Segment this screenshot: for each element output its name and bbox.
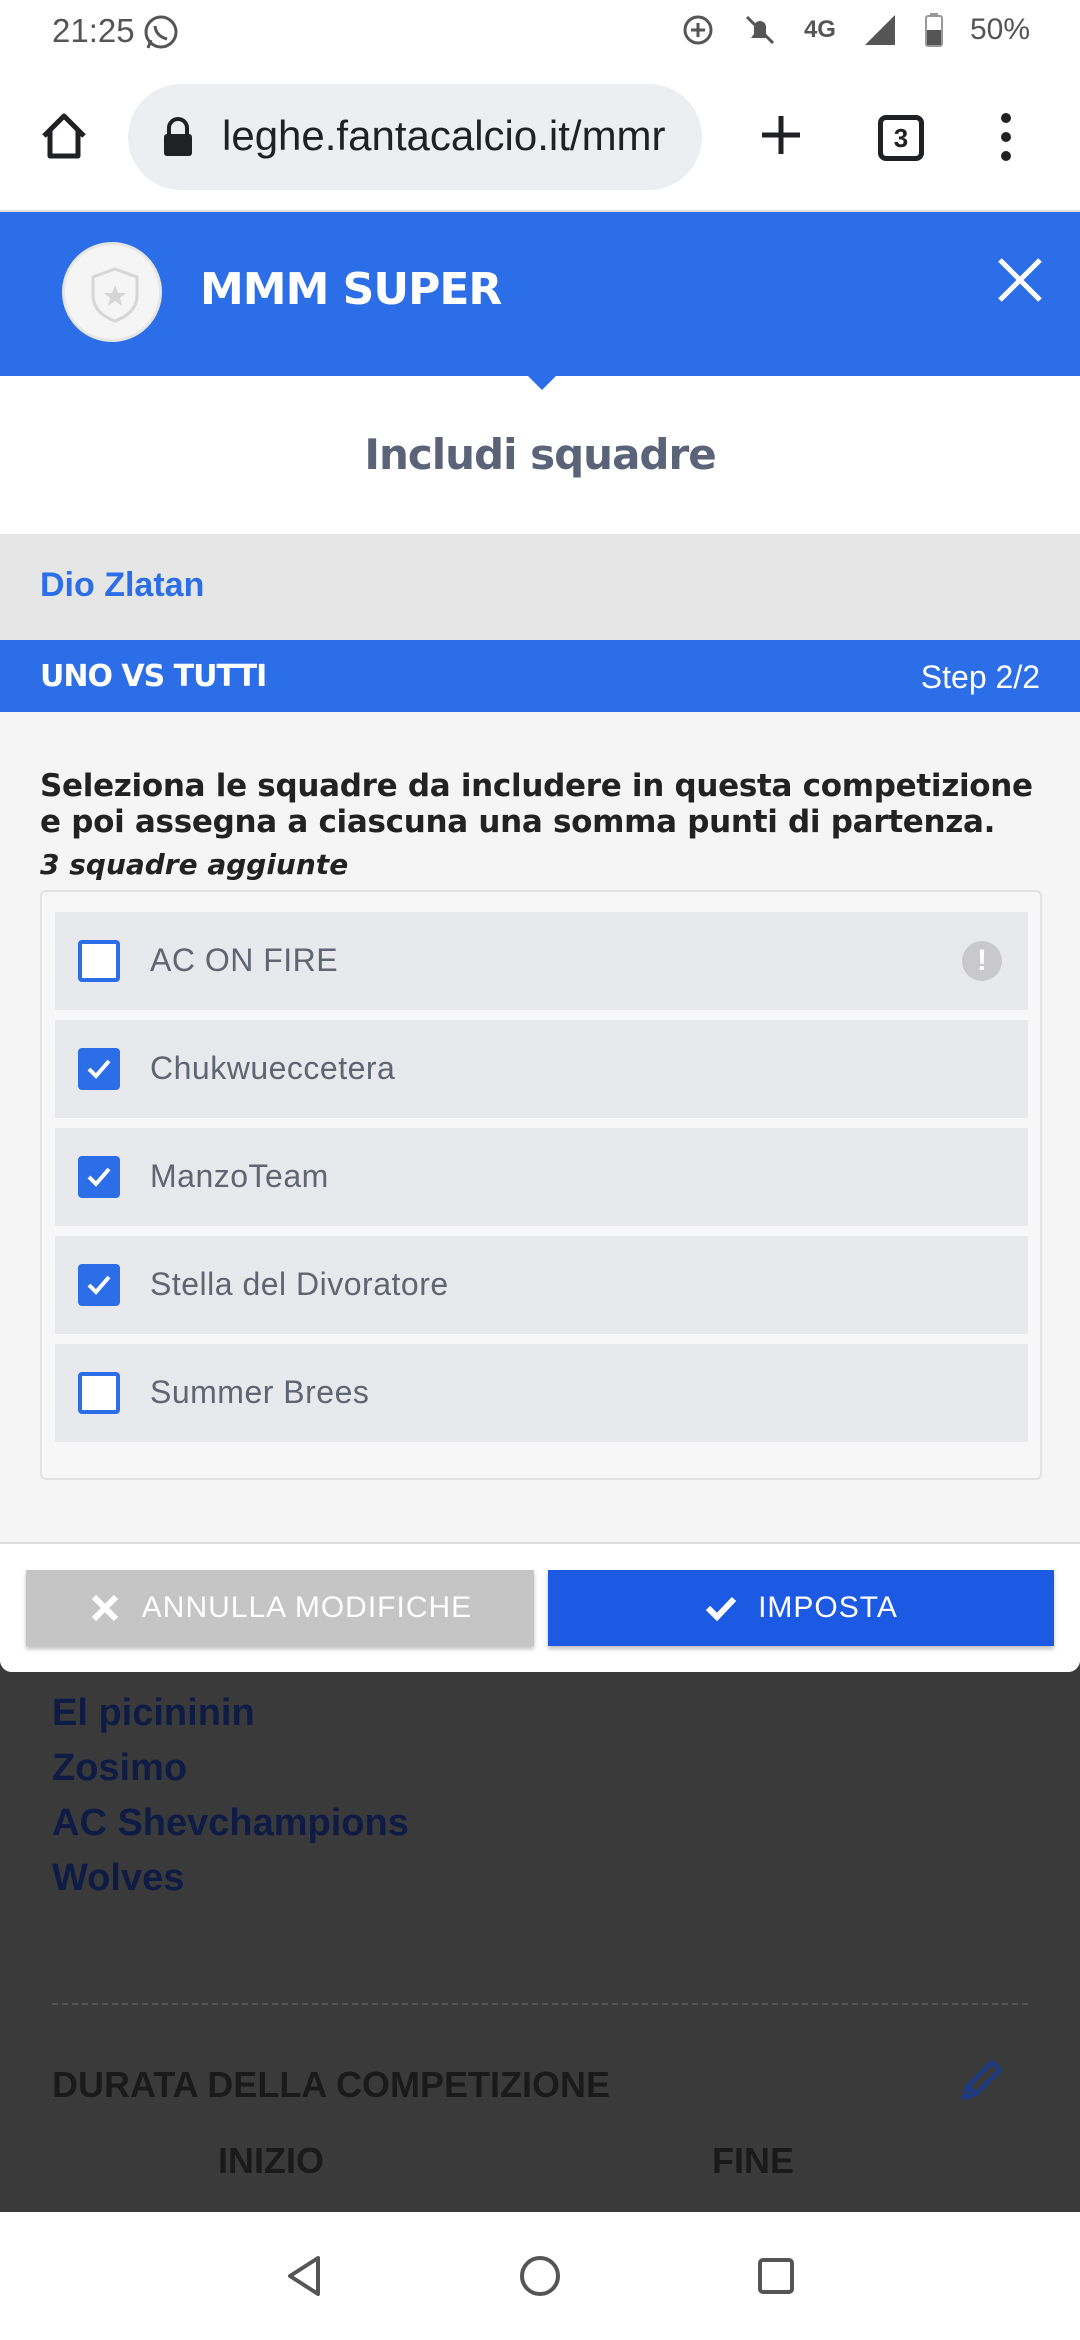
- back-icon[interactable]: [284, 2254, 324, 2298]
- team-row[interactable]: Stella del Divoratore: [55, 1236, 1028, 1334]
- teams-added-count: 3 squadre aggiunte: [40, 848, 349, 881]
- signal-icon: [864, 15, 895, 45]
- close-icon: [91, 1594, 118, 1622]
- checkmark-icon: [87, 1059, 111, 1079]
- team-checkbox[interactable]: [78, 1372, 120, 1414]
- team-row[interactable]: Chukwueccetera: [55, 1020, 1028, 1118]
- notifications-off-icon: [745, 15, 774, 45]
- more-menu-icon[interactable]: [990, 110, 1022, 164]
- end-label: FINE: [712, 2140, 795, 2181]
- instructions-text: Seleziona le squadre da includere in que…: [40, 768, 1033, 840]
- selected-team-name: Dio Zlatan: [40, 566, 205, 604]
- team-checkbox-checked[interactable]: [78, 1264, 120, 1306]
- cancel-changes-button[interactable]: ANNULLA MODIFICHE: [26, 1570, 534, 1646]
- battery-percent: 50%: [969, 13, 1030, 46]
- checkmark-icon: [87, 1167, 111, 1187]
- team-checkbox-checked[interactable]: [78, 1048, 120, 1090]
- lock-icon: [164, 117, 192, 156]
- competition-name: UNO VS TUTTI: [40, 659, 267, 694]
- team-row-label: Chukwueccetera: [150, 1050, 396, 1086]
- data-saver-icon: [683, 15, 713, 45]
- cancel-button-label: ANNULLA MODIFICHE: [141, 1591, 473, 1624]
- team-row-label: Summer Brees: [150, 1374, 370, 1410]
- team-row-label: AC ON FIRE: [150, 942, 339, 978]
- background-team-item: Wolves: [52, 1857, 185, 1899]
- league-name: MMM SUPER: [200, 264, 502, 315]
- team-row-label: Stella del Divoratore: [150, 1266, 449, 1302]
- background-team-item: AC Shevchampions: [52, 1802, 409, 1844]
- status-time: 21:25: [52, 12, 135, 49]
- shield-icon: [91, 267, 139, 323]
- modal-title: Includi squadre: [364, 430, 716, 479]
- background-team-list: El picininin Zosimo AC Shevchampions Wol…: [52, 1686, 409, 1906]
- step-indicator: Step 2/2: [920, 659, 1040, 695]
- background-divider: [52, 2003, 1028, 2005]
- home-icon[interactable]: [38, 110, 90, 162]
- duration-section-title: DURATA DELLA COMPETIZIONE: [52, 2064, 610, 2105]
- team-row[interactable]: Summer Brees: [55, 1344, 1028, 1442]
- checkmark-icon: [705, 1596, 737, 1622]
- edit-pencil-icon: [962, 2060, 1002, 2100]
- close-icon[interactable]: [988, 248, 1052, 312]
- league-logo: [62, 242, 162, 342]
- whatsapp-icon: [144, 15, 178, 49]
- home-nav-icon[interactable]: [518, 2254, 562, 2298]
- modal-header: [0, 212, 1080, 376]
- set-button-label: IMPOSTA: [758, 1591, 898, 1624]
- recents-icon[interactable]: [756, 2256, 796, 2296]
- background-team-item: El picininin: [52, 1692, 255, 1734]
- background-team-item: Zosimo: [52, 1747, 188, 1789]
- new-tab-icon[interactable]: [756, 110, 806, 160]
- network-type: 4G: [803, 16, 836, 43]
- set-button[interactable]: IMPOSTA: [548, 1570, 1054, 1646]
- url-text[interactable]: leghe.fantacalcio.it/mmr: [222, 112, 682, 160]
- status-icons: 4G 50%: [680, 12, 1030, 48]
- tab-switcher-icon[interactable]: 3: [878, 115, 924, 161]
- header-pointer: [524, 372, 560, 390]
- checkmark-icon: [87, 1275, 111, 1295]
- team-checkbox[interactable]: [78, 940, 120, 982]
- include-teams-modal: MMM SUPER Includi squadre Dio Zlatan UNO…: [0, 212, 1080, 1672]
- team-row[interactable]: AC ON FIRE !: [55, 912, 1028, 1010]
- team-checkbox-checked[interactable]: [78, 1156, 120, 1198]
- start-label: INIZIO: [218, 2140, 324, 2181]
- team-row[interactable]: ManzoTeam: [55, 1128, 1028, 1226]
- team-row-label: ManzoTeam: [150, 1158, 329, 1194]
- system-nav-bar: [0, 2212, 1080, 2340]
- battery-icon: [924, 13, 943, 47]
- warning-icon[interactable]: !: [962, 941, 1002, 981]
